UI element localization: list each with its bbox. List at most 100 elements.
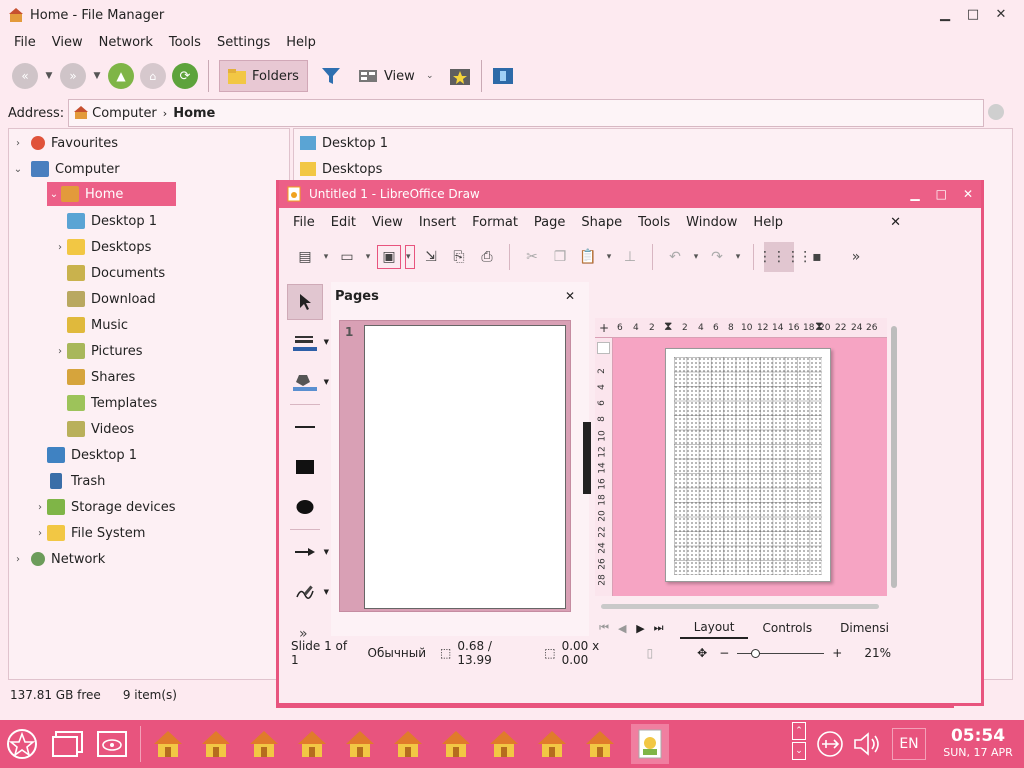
tree-item-home[interactable]: ⌄ Home	[47, 182, 176, 206]
menu-format[interactable]: Format	[464, 215, 526, 230]
new-icon[interactable]: ▤	[293, 245, 317, 269]
forward-icon[interactable]: »	[60, 63, 86, 89]
fill-color-tool[interactable]: ▼	[287, 364, 329, 400]
select-tool[interactable]	[287, 284, 323, 320]
address-field[interactable]: Computer › Home	[68, 99, 985, 127]
line-tool[interactable]	[287, 409, 323, 445]
next-page-icon[interactable]: ▶	[631, 622, 649, 635]
last-page-icon[interactable]: ⏭	[650, 621, 668, 635]
rectangle-tool[interactable]	[287, 449, 323, 485]
menu-page[interactable]: Page	[526, 215, 573, 230]
up-icon[interactable]: ▲	[108, 63, 134, 89]
view-dropdown-icon[interactable]: ⌄	[425, 71, 435, 81]
clock[interactable]: 05:54 SUN, 17 APR	[936, 726, 1020, 759]
tree-item-shares[interactable]: Shares	[53, 365, 135, 389]
tree-item-pictures[interactable]: › Pictures	[53, 339, 142, 363]
tree-item-videos[interactable]: Videos	[53, 417, 134, 441]
open-dropdown-icon[interactable]: ▾	[363, 252, 373, 262]
refresh-icon[interactable]: ⟳	[172, 63, 198, 89]
tree-item-trash[interactable]: Trash	[33, 469, 105, 493]
menu-help[interactable]: Help	[745, 215, 791, 230]
tab-layout[interactable]: Layout	[679, 617, 749, 639]
zoom-slider-thumb[interactable]	[751, 648, 761, 658]
curve-tool[interactable]: ▼	[287, 574, 329, 610]
open-icon[interactable]: ▭	[335, 245, 359, 269]
task-home-6-icon[interactable]	[391, 727, 425, 761]
export-pdf-icon[interactable]: ⎘	[447, 245, 471, 269]
menu-network[interactable]: Network	[91, 35, 161, 50]
paste-icon[interactable]: 📋	[576, 245, 600, 269]
tree-item-favourites[interactable]: › Favourites	[11, 131, 118, 155]
menu-shape[interactable]: Shape	[573, 215, 630, 230]
undo-dropdown-icon[interactable]: ▾	[691, 252, 701, 262]
crumb-home[interactable]: Home	[173, 106, 215, 121]
folders-button[interactable]: Folders	[219, 60, 308, 92]
dropdown-icon[interactable]: ▼	[324, 588, 329, 596]
menu-window[interactable]: Window	[678, 215, 745, 230]
collapse-icon[interactable]: ⌄	[47, 189, 61, 200]
page-canvas[interactable]	[665, 348, 831, 582]
minimize-icon[interactable]: ▁	[938, 6, 952, 22]
more-options-icon[interactable]: »	[844, 245, 868, 269]
menu-insert[interactable]: Insert	[411, 215, 464, 230]
task-draw-icon[interactable]	[631, 724, 669, 764]
back-dropdown-icon[interactable]: ▼	[44, 71, 54, 81]
terminal-icon[interactable]	[492, 66, 514, 86]
tray-up-icon[interactable]: ⌃	[792, 722, 806, 740]
minimize-icon[interactable]: ▁	[910, 187, 919, 201]
arrow-line-tool[interactable]: ▼	[287, 534, 329, 570]
task-home-9-icon[interactable]	[535, 727, 569, 761]
expand-icon[interactable]: ›	[11, 138, 25, 149]
menu-edit[interactable]: Edit	[323, 215, 364, 230]
back-icon[interactable]: «	[12, 63, 38, 89]
dropdown-icon[interactable]: ▼	[324, 338, 329, 346]
close-document-icon[interactable]: ✕	[882, 215, 909, 230]
horizontal-scrollbar[interactable]	[601, 604, 879, 609]
tree-item-desktop-1-b[interactable]: Desktop 1	[33, 443, 137, 467]
show-desktop-button[interactable]	[94, 726, 130, 762]
home-icon[interactable]: ⌂	[140, 63, 166, 89]
redo-icon[interactable]: ↷	[705, 245, 729, 269]
tray-down-icon[interactable]: ⌄	[792, 742, 806, 760]
clone-formatting-icon[interactable]: ⊥	[618, 245, 642, 269]
horizontal-ruler[interactable]: + 6 4 2 ⧗ 2 4 6 8 10 12 14 16 18 ⧗ 20 22…	[595, 318, 887, 338]
menu-help[interactable]: Help	[278, 35, 324, 50]
tree-item-network[interactable]: › Network	[11, 547, 105, 571]
view-button[interactable]: View	[358, 68, 415, 84]
volume-icon[interactable]	[852, 730, 884, 758]
sidebar-collapse-handle[interactable]	[583, 422, 591, 494]
menu-settings[interactable]: Settings	[209, 35, 278, 50]
ellipse-tool[interactable]	[287, 489, 323, 525]
menu-file[interactable]: File	[6, 35, 44, 50]
task-home-3-icon[interactable]	[247, 727, 281, 761]
task-home-4-icon[interactable]	[295, 727, 329, 761]
task-home-10-icon[interactable]	[583, 727, 617, 761]
list-item[interactable]: Desktop 1	[300, 131, 388, 155]
task-home-2-icon[interactable]	[199, 727, 233, 761]
go-icon[interactable]	[988, 104, 1004, 120]
expand-icon[interactable]: ›	[33, 502, 47, 513]
menu-tools[interactable]: Tools	[161, 35, 209, 50]
tab-controls[interactable]: Controls	[748, 617, 826, 639]
task-home-8-icon[interactable]	[487, 727, 521, 761]
copy-icon[interactable]: ❐	[548, 245, 572, 269]
print-icon[interactable]: ⎙	[475, 245, 499, 269]
tree-item-download[interactable]: Download	[53, 287, 156, 311]
close-icon[interactable]: ✕	[963, 187, 973, 201]
network-usb-icon[interactable]	[816, 730, 844, 758]
expand-icon[interactable]: ›	[33, 528, 47, 539]
previous-page-icon[interactable]: ◀	[613, 622, 631, 635]
zoom-slider[interactable]	[737, 648, 825, 658]
maximize-icon[interactable]: □	[966, 6, 980, 22]
tree-item-computer[interactable]: ⌄ Computer	[11, 157, 120, 181]
tree-item-storage-devices[interactable]: › Storage devices	[33, 495, 175, 519]
save-dropdown-icon[interactable]: ▾	[405, 245, 415, 269]
forward-dropdown-icon[interactable]: ▼	[92, 71, 102, 81]
dropdown-icon[interactable]: ▼	[324, 378, 329, 386]
paste-dropdown-icon[interactable]: ▾	[604, 252, 614, 262]
maximize-icon[interactable]: □	[936, 187, 947, 201]
page-thumbnail-item[interactable]: 1	[339, 320, 571, 612]
menu-view[interactable]: View	[44, 35, 91, 50]
cut-icon[interactable]: ✂	[520, 245, 544, 269]
page-thumbnail[interactable]	[364, 325, 566, 609]
